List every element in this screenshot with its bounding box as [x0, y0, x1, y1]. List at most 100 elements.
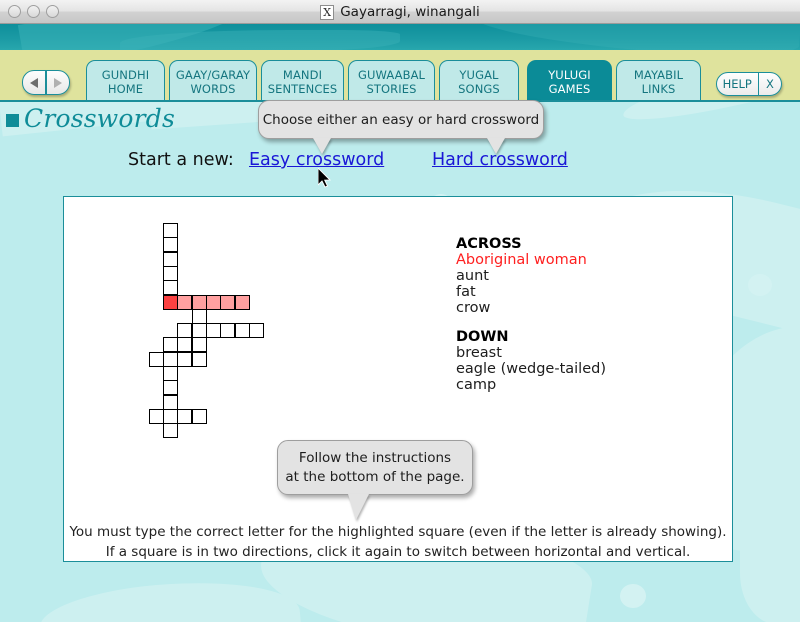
tab-line2: GAMES: [548, 81, 591, 96]
crossword-cell-r12-c0[interactable]: [163, 394, 178, 410]
tab-line1: GUWAABAL: [357, 67, 426, 82]
bg-dot-2: [748, 274, 772, 296]
x-app-icon: X: [320, 4, 335, 20]
bg-dot-5: [620, 584, 646, 608]
clue-spacer: [456, 316, 676, 329]
crossword-cell-r7-c6[interactable]: [248, 323, 264, 339]
crossword-cell-r5-c4[interactable]: [220, 294, 236, 310]
tab-line1: MAYABIL: [633, 67, 684, 82]
crossword-cell-r14-c0[interactable]: [163, 423, 178, 439]
clue-across-0[interactable]: Aboriginal woman: [456, 252, 676, 268]
crossword-cell-r8-c1[interactable]: [177, 337, 193, 353]
crossword-cell-r8-c0[interactable]: [163, 337, 178, 353]
tab-line2: SONGS: [458, 81, 500, 96]
crossword-cell-r13-c0[interactable]: [163, 408, 178, 424]
crossword-cell-r5-c1[interactable]: [177, 294, 193, 310]
clue-across-1[interactable]: aunt: [456, 268, 676, 284]
help-button[interactable]: HELP: [717, 77, 758, 91]
arrow-left-icon: [30, 77, 39, 88]
crossword-cell-r9-c2[interactable]: [191, 351, 207, 367]
tooltip-top-tail-left: [313, 138, 331, 154]
help-close-group[interactable]: HELP X: [716, 72, 782, 96]
instructions-line1: You must type the correct letter for the…: [69, 524, 727, 540]
banner-frond-3: [469, 24, 800, 50]
crossword-cell-r7-c2[interactable]: [191, 323, 207, 339]
tab-line2: SENTENCES: [267, 81, 338, 96]
crossword-cell-r7-c3[interactable]: [205, 323, 221, 339]
clue-down-0[interactable]: breast: [456, 345, 676, 361]
down-header: DOWN: [456, 329, 509, 345]
crossword-cell-r13-c-1[interactable]: [148, 408, 164, 424]
tab-line2: HOME: [107, 81, 144, 96]
clue-across-3[interactable]: crow: [456, 300, 676, 316]
crossword-cell-r9-c1[interactable]: [177, 351, 193, 367]
mouse-cursor-icon: [318, 168, 332, 188]
clue-down-1[interactable]: eagle (wedge-tailed): [456, 361, 676, 377]
crossword-cell-r5-c0[interactable]: [163, 294, 178, 310]
clue-list: ACROSS Aboriginal woman aunt fat crow DO…: [456, 236, 676, 393]
instructions-line2: If a square is in two directions, click …: [105, 544, 691, 560]
tab-yulugi-games[interactable]: YULUGI GAMES: [527, 60, 612, 102]
crossword-cell-r11-c0[interactable]: [163, 380, 178, 396]
crossword-cell-r7-c4[interactable]: [220, 323, 236, 339]
tab-line1: GAAY/GARAY: [175, 67, 251, 82]
crossword-cell-r6-c2[interactable]: [191, 308, 207, 324]
crossword-cell-r4-c0[interactable]: [163, 280, 178, 296]
tab-mandi-sentences[interactable]: MANDI SENTENCES: [261, 60, 344, 102]
instructions: You must type the correct letter for the…: [63, 522, 733, 562]
tooltip-top-tail-right: [487, 138, 505, 154]
crossword-cell-r9-c0[interactable]: [163, 351, 178, 367]
crossword-cell-r1-c0[interactable]: [163, 237, 178, 253]
page-title: Crosswords: [6, 104, 175, 133]
across-header: ACROSS: [456, 236, 522, 252]
crossword-cell-r9-c-1[interactable]: [148, 351, 164, 367]
tab-guwaabal-stories[interactable]: GUWAABAL STORIES: [348, 60, 435, 102]
crossword-cell-r5-c5[interactable]: [234, 294, 250, 310]
crossword-cell-r10-c0[interactable]: [163, 366, 178, 381]
window-title-group: X Gayarragi, winangali: [0, 0, 800, 24]
back-button[interactable]: [23, 71, 45, 94]
tab-line1: GUNDHI: [101, 67, 150, 82]
window-titlebar: X Gayarragi, winangali: [0, 0, 800, 24]
tooltip-bottom-tail: [348, 494, 369, 520]
app-window: X Gayarragi, winangali GUNDHI HOME GAAY/…: [0, 0, 800, 622]
tab-yugal-songs[interactable]: YUGAL SONGS: [439, 60, 519, 102]
tab-mayabil-links[interactable]: MAYABIL LINKS: [616, 60, 701, 102]
tab-gaay-garay-words[interactable]: GAAY/GARAY WORDS: [169, 60, 257, 102]
window-title: Gayarragi, winangali: [340, 4, 480, 20]
bullet-square-icon: [6, 113, 19, 127]
tab-line1: MANDI: [282, 67, 323, 82]
forward-button[interactable]: [47, 71, 69, 94]
crossword-cell-r8-c2[interactable]: [191, 337, 207, 353]
bg-frond-9: [37, 572, 303, 622]
start-new-label: Start a new:: [128, 150, 234, 170]
tab-gundhi-home[interactable]: GUNDHI HOME: [86, 60, 165, 102]
tab-line1: YULUGI: [548, 67, 591, 82]
crossword-cell-r13-c1[interactable]: [177, 408, 193, 424]
tooltip-bottom-line2: at the bottom of the page.: [285, 468, 465, 485]
crossword-cell-r7-c5[interactable]: [234, 323, 250, 339]
crossword-cell-r3-c0[interactable]: [163, 265, 178, 281]
close-button[interactable]: X: [759, 77, 781, 91]
crossword-cell-r13-c2[interactable]: [191, 408, 207, 424]
tab-line1: YUGAL: [459, 67, 499, 82]
tooltip-bottom-text: Follow the instructions at the bottom of…: [285, 449, 464, 487]
page-title-text: Crosswords: [24, 104, 176, 133]
clue-down-2[interactable]: camp: [456, 377, 676, 393]
crossword-cell-r5-c3[interactable]: [205, 294, 221, 310]
header-banner: [0, 24, 800, 50]
tooltip-top-text: Choose either an easy or hard crossword: [262, 111, 540, 128]
tooltip-follow-instructions: Follow the instructions at the bottom of…: [277, 440, 473, 495]
crossword-cell-r2-c0[interactable]: [163, 251, 178, 267]
clue-across-2[interactable]: fat: [456, 284, 676, 300]
crossword-cell-r5-c2[interactable]: [191, 294, 207, 310]
tab-line2: LINKS: [641, 81, 676, 96]
tab-line2: WORDS: [190, 81, 236, 96]
nav-arrows[interactable]: [22, 70, 70, 95]
crossword-cell-r0-c0[interactable]: [163, 223, 178, 238]
arrow-right-icon: [53, 77, 62, 88]
crossword-cell-r7-c1[interactable]: [177, 323, 193, 339]
tab-line2: STORIES: [366, 81, 417, 96]
tooltip-choose-crossword: Choose either an easy or hard crossword: [258, 100, 544, 139]
tooltip-bottom-line1: Follow the instructions: [298, 449, 452, 466]
